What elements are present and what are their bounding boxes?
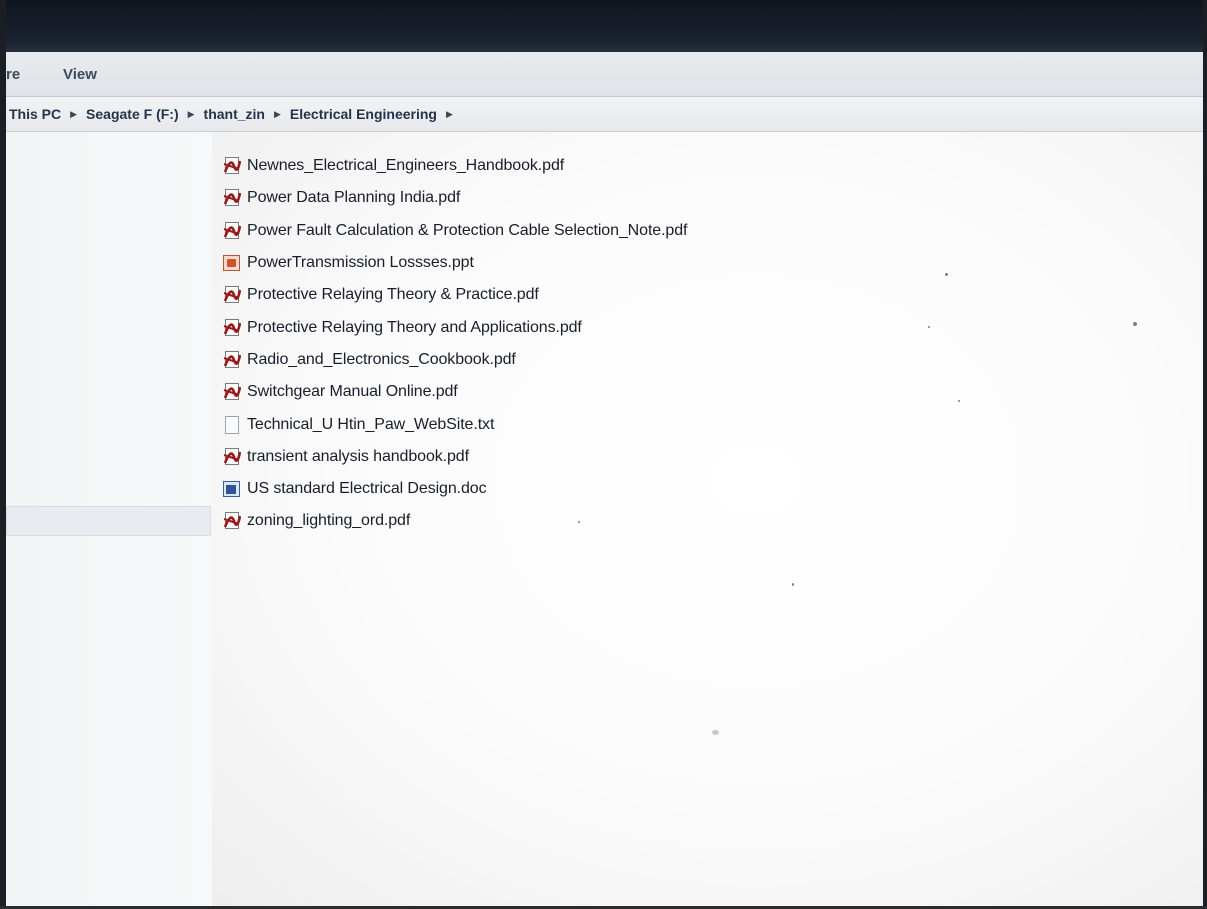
file-item[interactable]: Radio_and_Electronics_Cookbook.pdf	[222, 344, 687, 376]
address-bar[interactable]: This PC ▶ Seagate F (F:) ▶ thant_zin ▶ E…	[6, 97, 1203, 132]
pdf-file-icon	[222, 156, 242, 176]
breadcrumb-separator-icon[interactable]: ▶	[446, 109, 453, 120]
pdf-file-icon	[222, 318, 242, 338]
file-item[interactable]: US standard Electrical Design.doc	[222, 473, 687, 505]
dust-speck	[945, 273, 948, 276]
powerpoint-file-icon	[222, 253, 242, 273]
pdf-file-icon	[222, 382, 242, 402]
breadcrumb-thant-zin[interactable]: thant_zin	[204, 106, 265, 122]
navigation-pane[interactable]	[6, 132, 213, 906]
breadcrumb-separator-icon[interactable]: ▶	[70, 109, 77, 120]
file-item[interactable]: PowerTransmission Lossses.ppt	[222, 247, 687, 279]
file-item[interactable]: Protective Relaying Theory & Practice.pd…	[222, 279, 687, 311]
file-item[interactable]: transient analysis handbook.pdf	[222, 441, 687, 473]
title-bar	[0, 0, 1207, 52]
file-name: Protective Relaying Theory & Practice.pd…	[247, 286, 539, 304]
breadcrumb-separator-icon[interactable]: ▶	[188, 109, 195, 120]
file-item[interactable]: Technical_U Htin_Paw_WebSite.txt	[222, 408, 687, 440]
navigation-pane-selected-item[interactable]	[6, 506, 211, 536]
file-item[interactable]: zoning_lighting_ord.pdf	[222, 505, 687, 537]
breadcrumb-seagate-drive[interactable]: Seagate F (F:)	[86, 106, 179, 122]
dust-speck	[792, 583, 794, 586]
file-item[interactable]: Switchgear Manual Online.pdf	[222, 376, 687, 408]
file-name: Power Fault Calculation & Protection Cab…	[247, 221, 688, 239]
file-item[interactable]: Newnes_Electrical_Engineers_Handbook.pdf	[222, 150, 687, 182]
file-list: Newnes_Electrical_Engineers_Handbook.pdf…	[222, 150, 687, 538]
ribbon-tab-bar: re View	[6, 52, 1203, 97]
file-name: Power Data Planning India.pdf	[247, 189, 461, 207]
dust-speck	[928, 326, 930, 328]
dust-speck	[712, 730, 719, 735]
pdf-file-icon	[222, 188, 242, 208]
text-file-icon	[222, 415, 242, 435]
file-name: Switchgear Manual Online.pdf	[247, 383, 458, 401]
breadcrumb-this-pc[interactable]: This PC	[9, 106, 61, 122]
pdf-file-icon	[222, 221, 242, 241]
pdf-file-icon	[222, 350, 242, 370]
ribbon-tab-view[interactable]: View	[63, 66, 97, 83]
file-item[interactable]: Protective Relaying Theory and Applicati…	[222, 311, 687, 343]
breadcrumb-separator-icon[interactable]: ▶	[274, 109, 281, 120]
file-item[interactable]: Power Data Planning India.pdf	[222, 182, 687, 214]
dust-speck	[1133, 322, 1137, 326]
window-frame-right	[1203, 0, 1207, 909]
file-name: zoning_lighting_ord.pdf	[247, 512, 411, 530]
ribbon-tab-share[interactable]: re	[6, 66, 20, 83]
file-name: Protective Relaying Theory and Applicati…	[247, 318, 582, 336]
breadcrumb-electrical-engineering[interactable]: Electrical Engineering	[290, 106, 437, 122]
file-name: Radio_and_Electronics_Cookbook.pdf	[247, 350, 516, 368]
pdf-file-icon	[222, 285, 242, 305]
pdf-file-icon	[222, 511, 242, 531]
file-name: PowerTransmission Lossses.ppt	[247, 254, 474, 272]
file-name: Newnes_Electrical_Engineers_Handbook.pdf	[247, 157, 565, 175]
dust-speck	[958, 400, 960, 402]
word-file-icon	[222, 479, 242, 499]
file-item[interactable]: Power Fault Calculation & Protection Cab…	[222, 215, 687, 247]
file-name: US standard Electrical Design.doc	[247, 480, 487, 498]
file-name: transient analysis handbook.pdf	[247, 447, 469, 465]
file-name: Technical_U Htin_Paw_WebSite.txt	[247, 415, 495, 433]
dust-speck	[578, 521, 580, 523]
pdf-file-icon	[222, 447, 242, 467]
